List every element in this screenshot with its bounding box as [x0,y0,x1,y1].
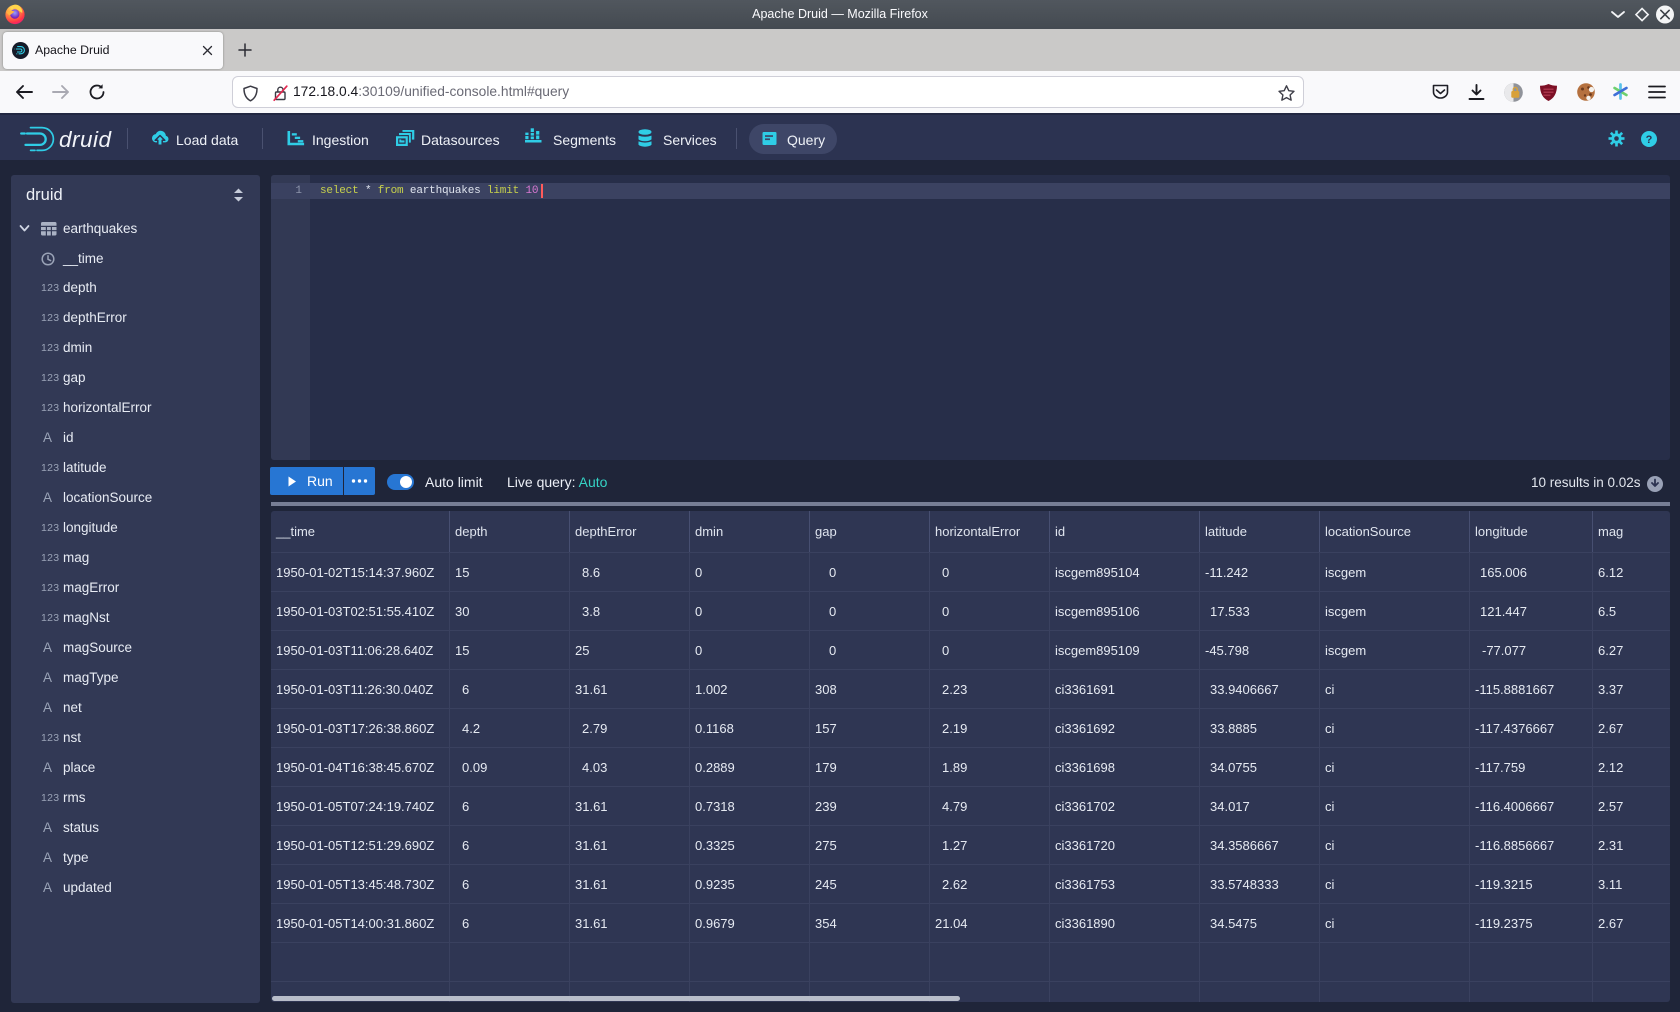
svg-text:?: ? [1646,134,1653,146]
